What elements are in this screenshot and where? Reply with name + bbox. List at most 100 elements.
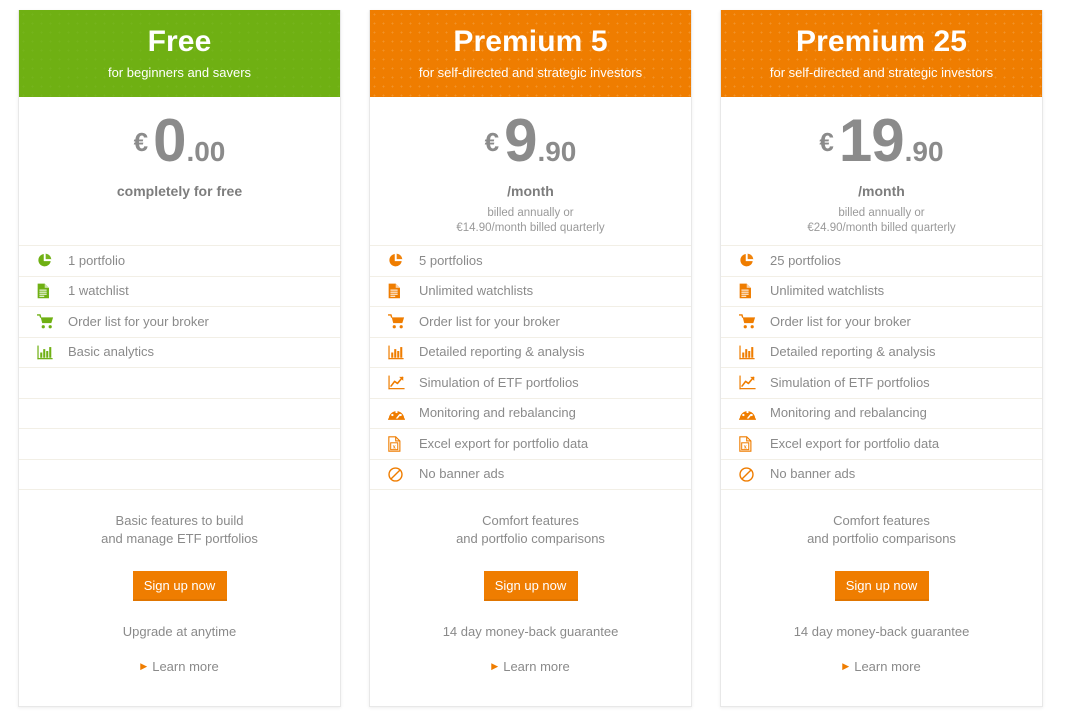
plan-guarantee: Upgrade at anytime	[122, 624, 237, 639]
pie-chart-icon	[37, 253, 59, 269]
plan-card: Premium 5 for self-directed and strategic…	[369, 10, 692, 707]
learn-more-label: Learn more	[152, 659, 219, 674]
feature-label: 1 portfolio	[68, 252, 126, 268]
price-currency: €	[819, 127, 834, 157]
feature-row: No banner ads	[370, 460, 691, 490]
feature-label: Monitoring and rebalancing	[419, 405, 576, 421]
plan-header: Premium 25 for self-directed and strategi…	[721, 10, 1042, 97]
learn-more-link[interactable]: ▶ Learn more	[140, 659, 218, 674]
feature-label: No banner ads	[770, 466, 856, 482]
price-currency: €	[133, 127, 149, 157]
tachometer-icon	[388, 405, 410, 421]
feature-row-empty	[19, 429, 340, 460]
plan-tagline: for beginners and savers	[107, 65, 252, 80]
feature-label: Simulation of ETF portfolios	[419, 374, 579, 390]
trending-up-icon	[388, 375, 410, 391]
caret-right-icon: ▶	[491, 661, 499, 671]
bar-chart-icon	[37, 344, 59, 360]
price-amount: €9.90	[485, 111, 577, 173]
feature-row: Order list for your broker	[370, 307, 691, 338]
feature-row: x Excel export for portfolio data	[370, 429, 691, 460]
shopping-cart-icon	[739, 314, 761, 330]
price-amount: €19.90	[819, 111, 943, 173]
feature-label: Detailed reporting & analysis	[419, 344, 585, 360]
feature-row: 1 watchlist	[19, 277, 340, 307]
feature-label: Simulation of ETF portfolios	[770, 374, 930, 390]
feature-row-empty	[19, 460, 340, 490]
learn-more-link[interactable]: ▶ Learn more	[491, 659, 569, 674]
feature-list: 25 portfolios Unlimited watchlists Order…	[721, 245, 1042, 490]
plan-name: Free	[147, 25, 212, 58]
plan-guarantee: 14 day money-back guarantee	[442, 624, 619, 639]
caret-right-icon: ▶	[842, 661, 850, 671]
feature-label: 1 watchlist	[68, 283, 129, 299]
feature-row: 1 portfolio	[19, 246, 340, 277]
price-block: €19.90/month billed annually or €24.90/mo…	[721, 97, 1042, 245]
plan-description: Basic features to build and manage ETF p…	[101, 513, 258, 546]
price-integer: 9	[504, 107, 537, 174]
feature-row-empty	[19, 368, 340, 399]
feature-row: 5 portfolios	[370, 246, 691, 277]
learn-more-link[interactable]: ▶ Learn more	[842, 659, 920, 674]
feature-row: No banner ads	[721, 460, 1042, 490]
plan-footer: Comfort features and portfolio compariso…	[721, 490, 1042, 706]
ban-icon	[388, 466, 410, 482]
feature-row: 25 portfolios	[721, 246, 1042, 277]
feature-row: Simulation of ETF portfolios	[721, 368, 1042, 399]
signup-button[interactable]: Sign up now	[483, 571, 578, 601]
document-icon	[388, 283, 410, 299]
bar-chart-icon	[739, 344, 761, 360]
plan-card: Premium 25 for self-directed and strategi…	[720, 10, 1043, 707]
price-decimal: .90	[537, 136, 577, 167]
feature-label: Monitoring and rebalancing	[770, 405, 927, 421]
feature-row: x Excel export for portfolio data	[721, 429, 1042, 460]
pie-chart-icon	[739, 253, 761, 269]
feature-label: Unlimited watchlists	[770, 283, 885, 299]
feature-label: Order list for your broker	[419, 313, 560, 329]
plan-footer: Basic features to build and manage ETF p…	[19, 490, 340, 706]
feature-label: No banner ads	[419, 466, 505, 482]
feature-row-empty	[19, 399, 340, 429]
shopping-cart-icon	[388, 314, 410, 330]
plan-description: Comfort features and portfolio compariso…	[456, 513, 605, 546]
price-integer: 19	[838, 107, 905, 174]
plan-card: Free for beginners and savers €0.00 complet…	[18, 10, 341, 707]
bar-chart-icon	[388, 344, 410, 360]
plan-description: Comfort features and portfolio compariso…	[807, 513, 956, 546]
price-period: /month	[507, 183, 554, 199]
price-currency: €	[484, 127, 500, 157]
price-amount: €0.00	[134, 111, 226, 173]
pie-chart-icon	[388, 253, 410, 269]
plan-tagline: for self-directed and strategic investor…	[418, 65, 643, 80]
signup-button[interactable]: Sign up now	[132, 571, 227, 601]
plan-name: Premium 5	[453, 25, 608, 58]
feature-row: Order list for your broker	[721, 307, 1042, 338]
feature-label: Order list for your broker	[770, 313, 911, 329]
feature-row: Detailed reporting & analysis	[370, 338, 691, 368]
ban-icon	[739, 466, 761, 482]
plan-header: Premium 5 for self-directed and strategic…	[370, 10, 691, 97]
trending-up-icon	[739, 375, 761, 391]
price-period: /month	[858, 183, 905, 199]
tachometer-icon	[739, 405, 761, 421]
learn-more-label: Learn more	[503, 659, 570, 674]
plan-guarantee: 14 day money-back guarantee	[793, 624, 970, 639]
feature-row: Unlimited watchlists	[721, 277, 1042, 307]
price-period: completely for free	[116, 183, 243, 199]
price-decimal: .00	[186, 136, 226, 167]
price-billing-note: billed annually or €14.90/month billed q…	[456, 207, 605, 234]
plan-tagline: for self-directed and strategic investor…	[769, 65, 994, 80]
feature-label: Order list for your broker	[68, 313, 209, 329]
plan-header: Free for beginners and savers	[19, 10, 340, 97]
feature-label: Unlimited watchlists	[419, 283, 534, 299]
feature-label: Basic analytics	[68, 344, 154, 360]
price-block: €0.00 completely for free	[19, 97, 340, 245]
plan-name: Premium 25	[795, 25, 968, 58]
price-integer: 0	[153, 107, 186, 174]
feature-label: Excel export for portfolio data	[419, 435, 589, 451]
signup-button[interactable]: Sign up now	[834, 571, 929, 601]
feature-row: Order list for your broker	[19, 307, 340, 338]
feature-row: Basic analytics	[19, 338, 340, 368]
price-decimal: .90	[904, 136, 944, 167]
pricing-table: Free for beginners and savers €0.00 complet…	[0, 0, 1068, 721]
